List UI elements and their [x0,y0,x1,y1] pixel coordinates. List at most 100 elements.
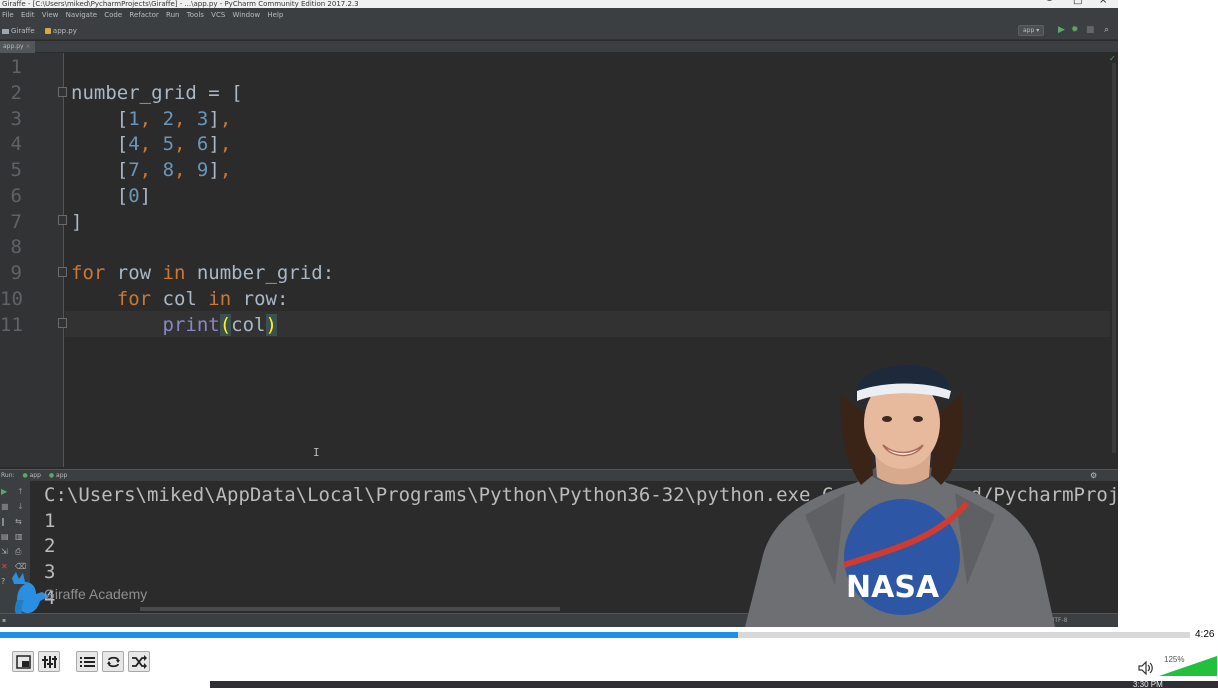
code-line-5: [7, 8, 9], [71,159,232,181]
mouse-cursor-icon: I [313,446,320,459]
debug-icon[interactable]: ✹ [1071,26,1079,35]
up-arrow-icon[interactable]: ↑ [17,488,24,496]
folder-icon [2,28,9,34]
tab-close-icon[interactable]: × [25,43,30,50]
help-icon[interactable]: ? [1,578,5,586]
presenter-webcam: NASA [745,365,1055,627]
code-line-4: [4, 5, 6], [71,133,232,155]
line-number: 9 [10,262,22,284]
run-tab-app[interactable]: ● app [22,472,40,479]
seek-bar[interactable] [0,632,1190,638]
menu-view[interactable]: View [42,11,59,19]
run-config-dropdown[interactable]: app ▾ [1018,25,1045,36]
menu-window[interactable]: Window [233,11,261,19]
fullscreen-button[interactable] [12,651,34,672]
maximize-icon[interactable]: □ [1073,0,1082,6]
loop-button[interactable] [102,651,124,672]
wrap-icon[interactable]: ⇆ [15,518,22,526]
stop-icon[interactable]: ■ [1086,26,1095,35]
line-number: 8 [10,236,22,258]
line-number: 10 [0,288,23,310]
status-square-icon[interactable]: ▪ [2,614,6,627]
breadcrumb-file-label: app.py [52,27,77,35]
breadcrumb-file[interactable]: app.py [44,27,77,35]
taskbar-strip [210,681,1218,688]
playback-time: 4:26 [1195,629,1215,640]
run-icon[interactable]: ▶ [1058,26,1065,35]
pause-icon[interactable]: ‖ [1,518,5,526]
line-number: 3 [10,108,22,130]
extended-settings-button[interactable] [38,651,60,672]
video-frame[interactable]: Giraffe - [C:\Users\miked\PycharmProject… [0,0,1118,627]
menu-refactor[interactable]: Refactor [129,11,158,19]
line-number: 4 [10,133,22,155]
tab-label: app.py [3,43,24,50]
menu-edit[interactable]: Edit [21,11,35,19]
menu-tools[interactable]: Tools [187,11,204,19]
shuffle-button[interactable] [128,651,150,672]
line-number: 6 [10,185,22,207]
shuffle-icon [132,655,147,669]
layout-icon[interactable]: ▤ [1,533,9,541]
menu-help[interactable]: Help [267,11,283,19]
taskbar-clock: 3:30 PM [1133,680,1163,688]
line-number: 2 [10,82,22,104]
equalizer-icon [42,656,57,668]
code-line-10: for col in row: [116,288,289,310]
taskbar [0,681,1218,688]
fold-marker-icon[interactable] [58,215,67,225]
playlist-icon [80,657,95,667]
code-line-11: print(col) [162,314,277,336]
fold-marker-icon[interactable] [58,318,67,328]
navigation-bar: Giraffe app.py [0,22,1118,40]
close-icon[interactable]: × [1099,0,1107,6]
scroll-end-icon[interactable]: ▥ [15,533,23,541]
pin-icon[interactable]: ⇲ [1,548,8,556]
fold-marker-icon[interactable] [58,87,67,97]
line-number-gutter: 1 2 3 4 5 6 7 8 9 10 11 [0,53,64,467]
run-tab-icon: ● [22,472,28,479]
run-config-label: app [1023,27,1035,34]
window-title: Giraffe - [C:\Users\miked\PycharmProject… [2,0,359,8]
run-tab-label: app [56,472,68,479]
rerun-icon[interactable]: ▶ [1,488,7,496]
breadcrumb-project[interactable]: Giraffe [2,27,35,35]
line-number: 11 [0,314,23,336]
code-line-9: for row in number_grid: [71,262,335,284]
line-number: 1 [10,56,22,78]
console-line: 2 [44,535,56,557]
svg-text:NASA: NASA [846,570,940,605]
breadcrumb-project-label: Giraffe [11,27,35,35]
run-tab-icon: ● [48,472,55,479]
code-line-6: [0] [71,185,152,207]
screen: Giraffe - [C:\Users\miked\PycharmProject… [0,0,1218,688]
search-icon[interactable]: ⌕ [1104,26,1109,35]
line-number: 7 [10,211,22,233]
fullscreen-icon [16,655,31,669]
run-tab-label: app [29,472,41,479]
print-icon[interactable]: ⎙ [15,548,21,556]
speaker-icon[interactable] [1138,661,1154,675]
fold-marker-icon[interactable] [58,267,67,277]
menu-file[interactable]: File [2,11,14,19]
playlist-button[interactable] [76,651,98,672]
line-number: 5 [10,159,22,181]
run-tab-app-2[interactable]: ● app [49,472,67,479]
menu-bar: File Edit View Navigate Code Refactor Ru… [0,8,1118,22]
tab-app-py[interactable]: app.py × [0,41,35,53]
down-arrow-icon[interactable]: ↓ [17,503,24,511]
menu-run[interactable]: Run [166,11,179,19]
console-horizontal-scrollbar[interactable] [140,607,560,611]
menu-code[interactable]: Code [104,11,122,19]
code-line-3: [1, 2, 3], [71,108,232,130]
python-file-icon [44,28,51,34]
run-panel-label: Run: [1,472,15,479]
menu-vcs[interactable]: VCS [211,11,225,19]
editor-tab-bar: app.py × [0,41,1118,53]
minimize-icon[interactable]: – [1047,0,1052,6]
code-line-7: ] [71,211,83,233]
menu-navigate[interactable]: Navigate [66,11,97,19]
seek-bar-progress [0,632,738,638]
stop-icon[interactable]: ■ [1,503,9,511]
window-title-bar: Giraffe - [C:\Users\miked\PycharmProject… [0,0,1118,8]
